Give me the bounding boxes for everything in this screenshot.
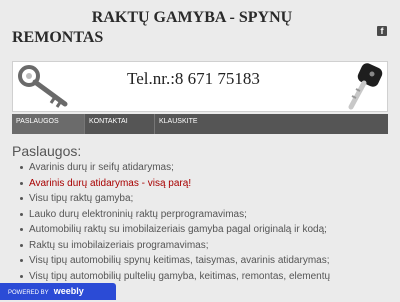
phone-number: Tel.nr.:8 671 75183 bbox=[127, 69, 260, 88]
site-title-line1: RAKTŲ GAMYBA - SPYNŲ bbox=[91, 9, 293, 26]
list-item: Visų tipų automobilių spynų keitimas, ta… bbox=[20, 253, 396, 269]
header-banner: Tel.nr.:8 671 75183 bbox=[12, 61, 388, 112]
list-item: Lauko durų elektroninių raktų perprogram… bbox=[20, 207, 396, 223]
list-item-highlight: Avarinis durų atidarymas - visą parą! bbox=[20, 176, 396, 192]
facebook-icon[interactable]: f bbox=[377, 26, 387, 36]
main-nav: PASLAUGOS KONTAKTAI KLAUSKITE bbox=[12, 114, 388, 134]
services-list: Avarinis durų ir seifų atidarymas; Avari… bbox=[20, 160, 396, 284]
weebly-badge[interactable]: POWERED BY weebly bbox=[0, 283, 116, 300]
weebly-logo: weebly bbox=[53, 286, 84, 296]
list-item: Automobilių raktų su imobilaizeriais gam… bbox=[20, 222, 396, 238]
site-title[interactable]: RAKTŲ GAMYBA - SPYNŲ REMONTAS bbox=[12, 8, 372, 48]
list-item: Avarinis durų ir seifų atidarymas; bbox=[20, 160, 396, 176]
site-title-line2: REMONTAS bbox=[12, 29, 104, 46]
list-item: Visų tipų automobilių pultelių gamyba, k… bbox=[20, 269, 396, 285]
key-icon bbox=[18, 65, 68, 108]
nav-item-klauskite[interactable]: KLAUSKITE bbox=[154, 114, 234, 134]
nav-item-kontaktai[interactable]: KONTAKTAI bbox=[84, 114, 154, 134]
list-item: Raktų su imobilaizeriais programavimas; bbox=[20, 238, 396, 254]
list-item: Visu tipų raktų gamyba; bbox=[20, 191, 396, 207]
powered-by-label: POWERED BY bbox=[8, 290, 49, 296]
nav-item-paslaugos[interactable]: PASLAUGOS bbox=[12, 114, 84, 134]
car-key-icon bbox=[348, 63, 383, 110]
services-heading: Paslaugos: bbox=[12, 143, 82, 159]
